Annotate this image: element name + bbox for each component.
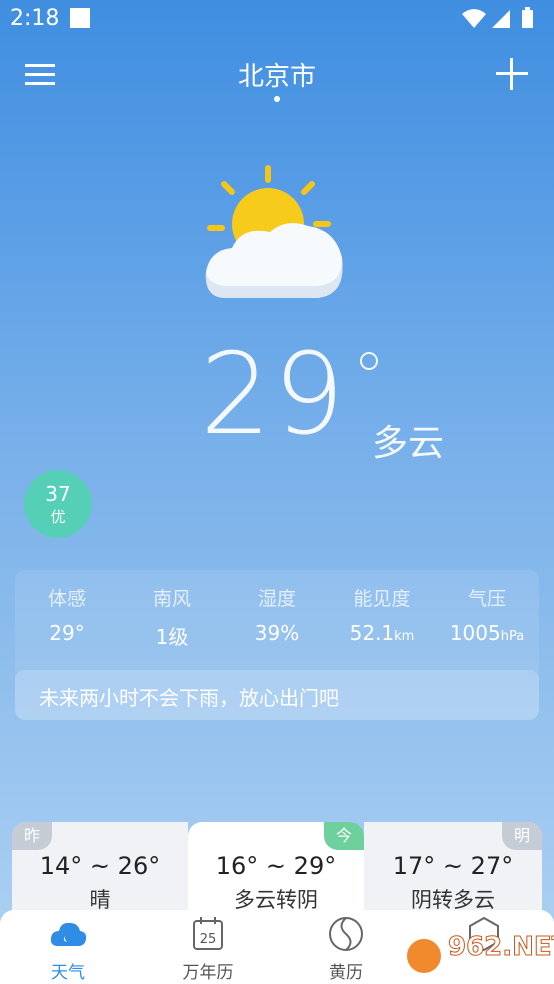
signal-icon: [492, 10, 510, 28]
detail-label: 气压: [467, 588, 506, 610]
forecast-yesterday[interactable]: 昨 14° ~ 26° 晴: [12, 822, 188, 914]
degree-symbol: [360, 352, 378, 370]
day-temp-range: 16° ~ 29°: [215, 852, 337, 880]
watermark-subtext: 乐游网: [466, 965, 508, 981]
detail-value: 52.1km: [349, 621, 415, 645]
watermark-text: 962.NET: [447, 932, 554, 963]
day-temp-range: 17° ~ 27°: [392, 852, 514, 880]
battery-icon: [522, 10, 533, 28]
calendar-icon: 25: [193, 917, 223, 950]
detail-pressure: 气压 1005hPa: [435, 584, 539, 645]
detail-label: 南风: [152, 588, 191, 610]
svg-text:25: 25: [200, 932, 217, 947]
detail-value: 39%: [254, 621, 300, 645]
app-header: 北京市: [0, 40, 554, 110]
nav-label: 天气: [51, 963, 85, 983]
detail-wind: 南风 1级: [120, 584, 224, 650]
forecast-today[interactable]: 今 16° ~ 29° 多云转阴: [188, 822, 364, 914]
aqi-value: 37: [45, 482, 71, 506]
current-temperature: 29: [200, 330, 347, 460]
detail-label: 能见度: [353, 588, 411, 610]
forecast-tomorrow[interactable]: 明 17° ~ 27° 阴转多云: [364, 822, 542, 914]
rain-tip-text: 未来两小时不会下雨，放心出门吧: [39, 686, 339, 710]
nav-label: 万年历: [182, 963, 234, 983]
three-day-forecast: 昨 14° ~ 26° 晴 今 16° ~ 29° 多云转阴 明 17° ~ 2…: [12, 822, 542, 914]
detail-visibility: 能见度 52.1km: [330, 584, 434, 645]
watermark-emblem-icon: [405, 937, 443, 975]
nav-weather[interactable]: 天气: [18, 914, 118, 983]
nav-label: 黄历: [329, 963, 363, 983]
detail-label: 体感: [47, 588, 86, 610]
sun-behind-cloud-icon: [205, 165, 343, 298]
city-title[interactable]: 北京市: [0, 56, 554, 93]
weather-details-card: 体感 29° 南风 1级 湿度 39% 能见度 52.1km 气压 1005hP…: [15, 570, 539, 720]
detail-label: 湿度: [257, 588, 296, 610]
nav-almanac[interactable]: 黄历: [296, 914, 396, 983]
rain-forecast-tip[interactable]: 未来两小时不会下雨，放心出门吧: [15, 670, 539, 720]
yin-yang-icon: [329, 917, 363, 951]
detail-value: 1005hPa: [449, 621, 525, 645]
current-condition: 多云: [372, 423, 445, 464]
day-temp-range: 14° ~ 26°: [39, 852, 161, 880]
aqi-level: 优: [50, 508, 66, 526]
status-bar: 2:18: [0, 0, 554, 38]
aqi-badge[interactable]: 37 优: [24, 470, 92, 538]
detail-humidity: 湿度 39%: [225, 584, 329, 645]
nav-calendar[interactable]: 25 万年历: [158, 914, 258, 983]
status-icons: [462, 7, 533, 28]
wifi-icon: [462, 9, 486, 28]
detail-unit: hPa: [500, 629, 525, 644]
detail-value: 29°: [49, 621, 85, 645]
watermark-logo: 962.NET 乐游网: [402, 932, 554, 981]
detail-feels-like: 体感 29°: [15, 584, 119, 645]
day-tag: 今: [324, 822, 364, 850]
detail-unit: km: [394, 629, 415, 644]
notification-icon: [70, 8, 90, 28]
status-time: 2:18: [10, 6, 60, 31]
day-tag: 昨: [12, 822, 52, 850]
page-indicator-dot: [274, 96, 280, 102]
detail-value: 1级: [155, 625, 189, 649]
cloud-icon: [50, 922, 87, 946]
day-tag: 明: [502, 822, 542, 850]
add-city-icon[interactable]: [492, 54, 532, 94]
